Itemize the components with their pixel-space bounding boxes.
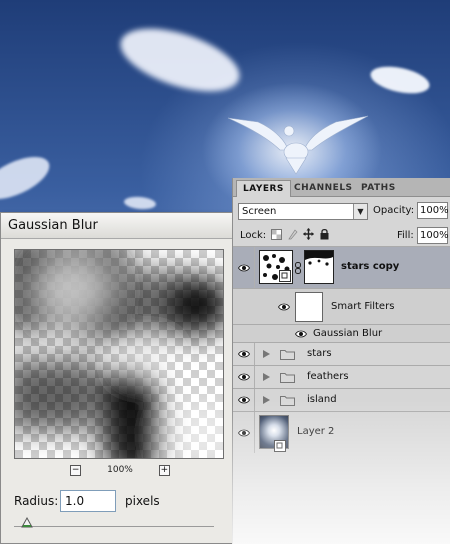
radius-row: Radius: 1.0 pixels — [14, 489, 160, 513]
fill-label: Fill: — [397, 230, 414, 241]
layer-row-stars-copy[interactable]: stars copy — [233, 246, 450, 288]
dove — [227, 115, 369, 175]
layer-row-gaussian-blur[interactable]: Gaussian Blur — [233, 324, 450, 342]
lock-transparent-icon[interactable] — [271, 228, 282, 240]
gaussian-blur-dialog: Gaussian Blur − 100% + Radius: 1.0 pixel… — [0, 212, 238, 544]
expand-triangle-icon[interactable] — [263, 373, 270, 381]
layer-name: feathers — [307, 371, 349, 382]
opacity-input[interactable]: 100% — [417, 202, 449, 219]
lock-icons — [271, 228, 330, 240]
layers-panel: LAYERS CHANNELS PATHS Screen ▼ Opacity: … — [232, 178, 450, 544]
expand-triangle-icon[interactable] — [263, 350, 270, 358]
lock-position-icon[interactable] — [303, 228, 314, 240]
lock-image-icon[interactable] — [287, 228, 298, 240]
feather-left — [0, 156, 156, 210]
blur-preview[interactable] — [14, 249, 224, 459]
layer-row-layer-2[interactable]: Layer 2 — [233, 411, 450, 453]
radius-input[interactable]: 1.0 — [60, 490, 116, 512]
blend-mode-select[interactable]: Screen ▼ — [238, 203, 368, 220]
smart-object-icon — [279, 270, 291, 282]
layer-name: island — [307, 394, 337, 405]
layer-row-smart-filters[interactable]: Smart Filters — [233, 288, 450, 324]
feather-right — [370, 66, 430, 94]
blur-preview-image — [15, 250, 223, 458]
folder-icon — [280, 396, 295, 406]
folder-icon — [280, 350, 295, 360]
feather-large — [120, 28, 240, 92]
eye-icon[interactable] — [278, 303, 290, 311]
chevron-down-icon[interactable]: ▼ — [353, 204, 367, 219]
smart-object-icon — [274, 440, 286, 452]
layer-row-island[interactable]: island — [233, 388, 450, 411]
blend-mode-value: Screen — [242, 206, 277, 217]
panel-tabs: LAYERS CHANNELS PATHS — [233, 178, 450, 197]
radius-label: Radius: — [14, 494, 59, 508]
layer-mask-thumbnail[interactable] — [304, 250, 334, 284]
tab-channels[interactable]: CHANNELS — [288, 180, 359, 197]
layer-name: Smart Filters — [331, 301, 395, 312]
smart-filters-thumbnail[interactable] — [295, 292, 323, 322]
opacity-label: Opacity: — [373, 205, 415, 216]
lock-label: Lock: — [240, 230, 267, 241]
layer-thumbnail[interactable] — [259, 250, 293, 284]
layer-row-stars[interactable]: stars — [233, 342, 450, 365]
layer-list: stars copy Smart Filters Gaussian Blur s… — [233, 246, 450, 453]
eye-icon[interactable] — [295, 330, 307, 338]
fill-input[interactable]: 100% — [417, 227, 449, 244]
layer-name: stars — [307, 348, 332, 359]
filter-name: Gaussian Blur — [313, 328, 383, 339]
visibility-toggle[interactable] — [233, 389, 255, 411]
eye-spacer — [233, 289, 255, 324]
visibility-toggle[interactable] — [233, 247, 255, 288]
zoom-in-button[interactable]: + — [158, 464, 170, 476]
zoom-controls: − 100% + — [1, 461, 239, 479]
tab-layers[interactable]: LAYERS — [236, 180, 291, 197]
layer-name: stars copy — [341, 261, 400, 272]
visibility-toggle[interactable] — [233, 412, 255, 453]
eye-icon — [237, 264, 250, 271]
radius-slider-thumb[interactable] — [21, 516, 33, 528]
link-icon[interactable] — [294, 262, 302, 274]
expand-triangle-icon[interactable] — [263, 396, 270, 404]
radius-slider-track[interactable] — [14, 526, 214, 527]
radius-unit: pixels — [125, 494, 160, 508]
tab-paths[interactable]: PATHS — [355, 180, 402, 197]
zoom-out-button[interactable]: − — [70, 464, 82, 476]
eye-icon — [237, 396, 250, 404]
eye-icon — [237, 429, 250, 436]
visibility-toggle[interactable] — [233, 366, 255, 388]
zoom-level: 100% — [107, 465, 133, 475]
layer-name: Layer 2 — [297, 426, 335, 437]
layer-row-feathers[interactable]: feathers — [233, 365, 450, 388]
dialog-title: Gaussian Blur — [1, 213, 237, 239]
visibility-toggle[interactable] — [233, 343, 255, 365]
folder-icon — [280, 373, 295, 383]
eye-icon — [237, 350, 250, 358]
layer-mask-image — [305, 251, 333, 283]
eye-icon — [237, 373, 250, 381]
lock-all-icon[interactable] — [319, 228, 330, 240]
